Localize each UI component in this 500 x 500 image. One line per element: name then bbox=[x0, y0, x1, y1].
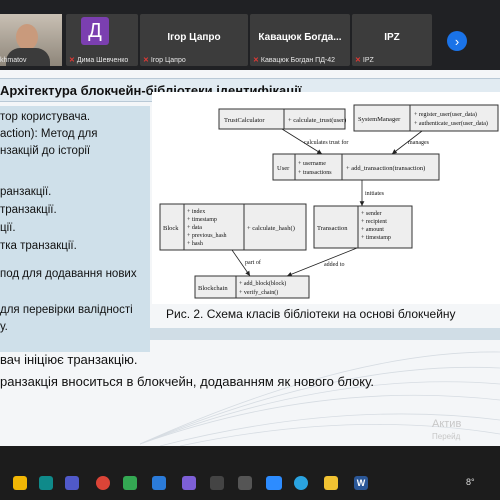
decorative-lines bbox=[140, 351, 500, 446]
participant-name: Кавацюк Богдан ПД-42 bbox=[260, 57, 336, 64]
uml-class-block: Block + index + timestamp + data + previ… bbox=[159, 203, 307, 251]
participant-title: Кавацюк Богда... bbox=[258, 32, 342, 43]
slide-text-line: транзакції. bbox=[0, 204, 57, 216]
participant-name: IPZ bbox=[362, 57, 374, 64]
slide-text-line: тка транзакції. bbox=[0, 240, 77, 252]
participant-strip: khmatov Д ✕ Дима Шевченко Ігор Цапро ✕ Іго… bbox=[0, 0, 500, 70]
edge-icon[interactable] bbox=[39, 476, 53, 490]
slide-text-line: action): Метод для bbox=[0, 128, 98, 140]
uml-class-user: User + username + transactions + add_tra… bbox=[272, 153, 440, 181]
class-attr: + timestamp bbox=[187, 217, 217, 223]
class-name: Block bbox=[163, 225, 179, 232]
slide-left-text-box: тор користувача. action): Метод для нзак… bbox=[0, 106, 150, 352]
app-icon[interactable] bbox=[238, 476, 252, 490]
slide-text-line: тор користувача. bbox=[0, 111, 91, 123]
slide-text-line: ранзакції. bbox=[0, 186, 52, 198]
figure-caption: Рис. 2. Схема класів бібліотеки на основ… bbox=[166, 307, 456, 321]
caption-underline-bar bbox=[150, 328, 500, 340]
mic-off-icon: ✕ bbox=[143, 57, 149, 64]
edge-label: calculates trust for bbox=[304, 139, 348, 146]
class-attr: + username bbox=[298, 161, 326, 167]
class-attr: + data bbox=[187, 225, 202, 231]
participant-title: Ігор Цапро bbox=[167, 32, 221, 43]
class-attr: + amount bbox=[361, 227, 384, 233]
participant-title: IPZ bbox=[384, 32, 400, 43]
uml-class-trustcalculator: TrustCalculator + calculate_trust(user) bbox=[218, 108, 346, 130]
zoom-icon[interactable] bbox=[266, 476, 282, 490]
uml-class-transaction: Transaction + sender + recipient + amoun… bbox=[313, 205, 413, 249]
slide-text-line: нзакцій до історії bbox=[0, 145, 91, 157]
uml-class-systemmanager: SystemManager + register_user(user_data)… bbox=[353, 104, 499, 132]
activation-watermark-sub: Перейд bbox=[432, 432, 461, 441]
slide-text-line: у. bbox=[0, 321, 8, 333]
slide-bottom-line: вач ініціює транзакцію. bbox=[0, 352, 138, 367]
participant-name: Ігор Цапро bbox=[150, 57, 186, 64]
class-attr: + timestamp bbox=[361, 235, 391, 241]
mic-off-icon: ✕ bbox=[253, 57, 259, 64]
class-attr: + recipient bbox=[361, 219, 387, 225]
class-name: SystemManager bbox=[358, 116, 401, 123]
class-name: Blockchain bbox=[198, 285, 228, 292]
class-attr: + hash bbox=[187, 241, 203, 247]
participant-tile-kavatsiuk[interactable]: Кавацюк Богда... ✕ Кавацюк Богдан ПД-42 bbox=[250, 14, 350, 66]
participant-tile-dyma[interactable]: Д ✕ Дима Шевченко bbox=[66, 14, 138, 66]
participant-tile-ipz[interactable]: IPZ ✕ IPZ bbox=[352, 14, 432, 66]
teams-icon[interactable] bbox=[65, 476, 79, 490]
edge-label: manages bbox=[408, 140, 430, 146]
class-attr: + sender bbox=[361, 211, 382, 217]
uml-class-blockchain: Blockchain + add_block(block) + verify_c… bbox=[194, 275, 310, 299]
maps-icon[interactable] bbox=[123, 476, 137, 490]
avatar: Д bbox=[81, 17, 109, 45]
edge-label: part of bbox=[245, 259, 261, 266]
class-attr: + index bbox=[187, 209, 205, 215]
self-name: khmatov bbox=[0, 57, 27, 64]
word-icon[interactable]: W bbox=[354, 476, 368, 490]
participant-name: Дима Шевченко bbox=[76, 57, 129, 64]
folder-icon[interactable] bbox=[324, 476, 338, 490]
code-icon[interactable] bbox=[152, 476, 166, 490]
weather-indicator[interactable]: 8° bbox=[466, 477, 475, 487]
uml-edges: calculates trust for manages initiates p… bbox=[231, 128, 430, 277]
files-icon[interactable] bbox=[13, 476, 27, 490]
telegram-icon[interactable] bbox=[294, 476, 308, 490]
slide-text-line: для перевірки валідності bbox=[0, 304, 133, 316]
chevron-right-icon[interactable]: › bbox=[447, 31, 467, 51]
class-diagram: TrustCalculator + calculate_trust(user) … bbox=[152, 92, 500, 304]
class-attr: + previous_hash bbox=[187, 233, 227, 239]
slide-text-line: ції. bbox=[0, 222, 16, 234]
slide-bottom-line: ранзакція вноситься в блокчейн, додаванн… bbox=[0, 374, 374, 389]
class-attr: + transactions bbox=[298, 170, 332, 176]
person-head bbox=[16, 24, 38, 50]
shared-slide: Архітектура блокчейн-бібліотеки ідентифі… bbox=[0, 70, 500, 446]
app-icon[interactable] bbox=[210, 476, 224, 490]
mic-off-icon: ✕ bbox=[69, 57, 75, 64]
class-method: + calculate_hash() bbox=[247, 225, 295, 232]
taskbar: W 8° bbox=[0, 446, 500, 500]
activation-watermark: Актив bbox=[432, 418, 462, 430]
class-method: + add_transaction(transaction) bbox=[346, 165, 425, 172]
class-name: Transaction bbox=[317, 225, 348, 232]
slide-text-line: под для додавання нових bbox=[0, 268, 137, 280]
class-method: + authenticate_user(user_data) bbox=[414, 120, 488, 127]
edge-label: initiates bbox=[365, 191, 385, 197]
class-method: + calculate_trust(user) bbox=[288, 117, 346, 124]
mic-off-icon: ✕ bbox=[355, 57, 361, 64]
class-method: + add_block(block) bbox=[239, 280, 286, 287]
media-icon[interactable] bbox=[182, 476, 196, 490]
participant-tile-ihor[interactable]: Ігор Цапро ✕ Ігор Цапро bbox=[140, 14, 248, 66]
class-method: + verify_chain() bbox=[239, 289, 278, 296]
chrome-icon[interactable] bbox=[96, 476, 110, 490]
edge-label: added to bbox=[324, 262, 345, 268]
class-name: TrustCalculator bbox=[224, 117, 265, 124]
class-name: User bbox=[277, 165, 290, 172]
class-method: + register_user(user_data) bbox=[414, 111, 477, 118]
